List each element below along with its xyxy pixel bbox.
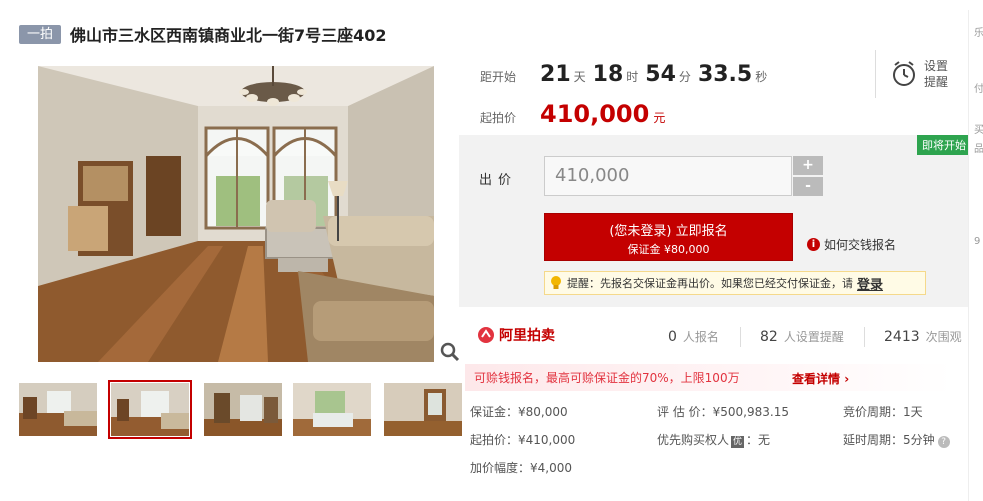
ali-auction-logo-icon bbox=[478, 327, 494, 343]
edge-text: 付 bbox=[974, 84, 983, 95]
reminder-label-line1: 设置 bbox=[924, 59, 949, 73]
status-badge: 即将开始 bbox=[917, 135, 971, 155]
start-price-value: 410,000 bbox=[540, 100, 650, 128]
divider bbox=[864, 327, 865, 347]
credit-promo-banner: 可赊钱报名，最高可赊保证金的70%，上限100万 查看详情 › bbox=[465, 364, 953, 391]
increase-bid-button[interactable]: + bbox=[793, 156, 823, 175]
view-details-label: 查看详情 bbox=[792, 372, 841, 386]
increment-info: 加价幅度：¥4,000 bbox=[470, 461, 572, 475]
delay-cycle-label: 延时周期：5分钟 bbox=[843, 433, 935, 447]
help-icon[interactable]: ? bbox=[937, 436, 950, 448]
how-to-pay-link[interactable]: i 如何交钱报名 bbox=[807, 236, 896, 253]
start-price-unit: 元 bbox=[653, 111, 666, 125]
edge-text: 9 bbox=[974, 236, 981, 247]
auction-round-tag: 一拍 bbox=[19, 24, 62, 44]
start-price-row: 起拍价 410,000 元 bbox=[480, 100, 665, 128]
living-room-photo bbox=[38, 66, 434, 362]
stat-number: 0 bbox=[668, 329, 677, 345]
view-details-link[interactable]: 查看详情 › bbox=[792, 370, 849, 387]
set-reminder-button[interactable]: 设置 提醒 bbox=[875, 50, 970, 98]
side-panel-edge: 乐 付 买 品 9 bbox=[968, 10, 983, 501]
edge-text: 乐 bbox=[974, 28, 983, 39]
priority-badge-icon: 优 bbox=[731, 436, 745, 448]
stat-registered: 0 人报名 bbox=[668, 328, 719, 345]
decrease-bid-button[interactable]: - bbox=[793, 177, 823, 196]
countdown-row: 距开始 21 天 18 时 54 分 33.5 秒 bbox=[480, 62, 770, 87]
register-button[interactable]: (您未登录) 立即报名 保证金 ¥80,000 bbox=[544, 213, 793, 261]
thumbnail-selected[interactable] bbox=[108, 380, 192, 439]
edge-text: 买 bbox=[974, 125, 983, 136]
auction-card: 一拍 佛山市三水区西南镇商业北一街7号三座402 距开始 21 天 18 时 5… bbox=[0, 0, 983, 501]
register-button-label: (您未登录) 立即报名 bbox=[609, 224, 728, 239]
thumbnail[interactable] bbox=[19, 383, 97, 436]
thumbnail[interactable] bbox=[204, 383, 282, 436]
countdown-hours-unit: 时 bbox=[626, 70, 639, 84]
thumbnail-photo bbox=[293, 383, 371, 436]
thumbnail-photo bbox=[19, 383, 97, 436]
reminder-label: 设置 提醒 bbox=[924, 58, 948, 90]
bid-amount-input[interactable]: 410,000 bbox=[544, 156, 792, 196]
bidding-cycle-info: 竞价周期：1天 bbox=[843, 405, 923, 419]
countdown-days-unit: 天 bbox=[573, 70, 586, 84]
title-row: 一拍 佛山市三水区西南镇商业北一街7号三座402 bbox=[19, 22, 387, 46]
thumbnail-photo bbox=[384, 383, 462, 436]
brand-logo: 阿里拍卖 bbox=[477, 325, 555, 345]
reminder-label-line2: 提醒 bbox=[924, 75, 949, 89]
stat-label: 人报名 bbox=[682, 330, 719, 344]
stat-label: 人设置提醒 bbox=[783, 330, 844, 344]
info-icon: i bbox=[807, 238, 820, 251]
countdown-minutes-unit: 分 bbox=[678, 70, 691, 84]
thumbnail[interactable] bbox=[293, 383, 371, 436]
lightbulb-icon bbox=[551, 276, 561, 289]
stat-number: 2413 bbox=[884, 329, 920, 345]
credit-promo-text: 可赊钱报名，最高可赊保证金的70%，上限100万 bbox=[474, 371, 740, 385]
appraisal-info: 评 估 价：¥500,983.15 bbox=[657, 405, 789, 419]
stat-reminders: 82 人设置提醒 bbox=[760, 328, 844, 345]
bid-panel: 即将开始 出价 410,000 + - (您未登录) 立即报名 保证金 ¥80,… bbox=[459, 135, 971, 307]
start-price-info: 起拍价：¥410,000 bbox=[470, 433, 576, 447]
thumbnail-photo bbox=[204, 383, 282, 436]
stat-label: 次围观 bbox=[925, 330, 962, 344]
bid-label: 出价 bbox=[479, 173, 518, 188]
countdown-seconds-unit: 秒 bbox=[755, 70, 768, 84]
countdown-days: 21 bbox=[540, 62, 571, 87]
alarm-clock-icon bbox=[893, 61, 915, 86]
page-title: 佛山市三水区西南镇商业北一街7号三座402 bbox=[70, 26, 387, 45]
priority-buyer-value: ：无 bbox=[746, 433, 771, 447]
thumbnail-photo bbox=[111, 383, 189, 436]
brand-name: 阿里拍卖 bbox=[499, 328, 555, 344]
register-deposit-label: 保证金 ¥80,000 bbox=[627, 243, 710, 256]
how-to-pay-label: 如何交钱报名 bbox=[824, 238, 897, 252]
delay-cycle-info: 延时周期：5分钟? bbox=[843, 431, 950, 448]
deposit-tip-text: 提醒：先报名交保证金再出价。如果您已经交付保证金，请 bbox=[567, 277, 853, 290]
priority-buyer-label: 优先购买权人 bbox=[657, 433, 730, 447]
edge-text: 品 bbox=[974, 144, 983, 155]
main-property-photo[interactable] bbox=[38, 66, 434, 362]
priority-buyer-info: 优先购买权人优：无 bbox=[657, 431, 770, 448]
zoom-icon[interactable] bbox=[439, 341, 461, 363]
countdown-label: 距开始 bbox=[480, 70, 517, 84]
start-price-label: 起拍价 bbox=[480, 111, 517, 125]
login-link[interactable]: 登录 bbox=[857, 274, 883, 293]
countdown-seconds: 33.5 bbox=[697, 62, 753, 87]
deposit-tip: 提醒：先报名交保证金再出价。如果您已经交付保证金，请 登录 bbox=[544, 271, 926, 295]
deposit-info: 保证金：¥80,000 bbox=[470, 405, 568, 419]
divider bbox=[740, 327, 741, 347]
countdown-hours: 18 bbox=[592, 62, 624, 87]
stat-views: 2413 次围观 bbox=[884, 328, 962, 345]
stat-number: 82 bbox=[760, 329, 778, 345]
thumbnail[interactable] bbox=[384, 383, 462, 436]
countdown-minutes: 54 bbox=[645, 62, 676, 87]
